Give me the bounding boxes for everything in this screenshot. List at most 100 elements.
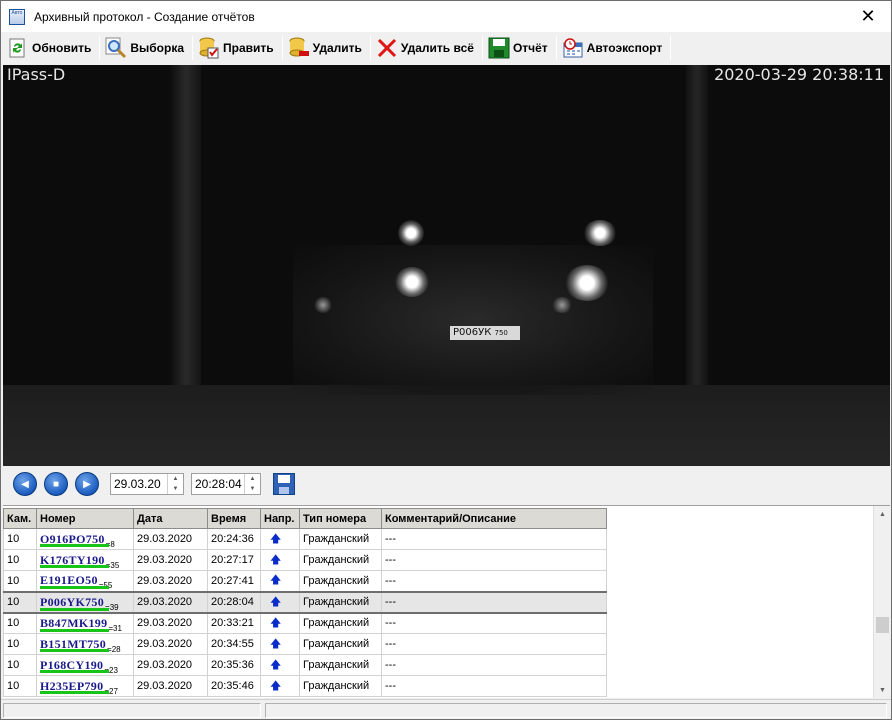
date-cell: 29.03.2020 [133, 612, 208, 634]
autoexport-button[interactable]: Автоэкспорт [560, 34, 668, 62]
date-cell: 29.03.2020 [133, 654, 208, 676]
plate-confidence: =31 [108, 623, 122, 633]
date-cell: 29.03.2020 [133, 549, 208, 571]
save-frame-button[interactable] [273, 473, 295, 495]
comment-cell: --- [381, 675, 607, 697]
plate-cell: H235EP790=27 [36, 675, 134, 697]
direction-cell: 🡅 [260, 570, 300, 592]
video-timestamp: 2020-03-29 20:38:11 [714, 65, 884, 84]
time-spin-arrows[interactable]: ▲ ▼ [244, 474, 260, 494]
up-arrow-icon: 🡅 [270, 637, 282, 650]
fog-light [551, 297, 573, 313]
date-spin-arrows[interactable]: ▲ ▼ [167, 474, 183, 494]
next-button[interactable]: ▶ [75, 472, 99, 496]
table-row[interactable]: 10E191EO50=5529.03.202020:27:41 🡅 Гражданс… [3, 570, 607, 592]
green-floppy-icon [488, 37, 510, 59]
spin-up-icon[interactable]: ▲ [245, 474, 260, 484]
select-button[interactable]: Выборка [103, 34, 189, 62]
plate-cell: K176TY190=35 [36, 549, 134, 571]
spin-down-icon[interactable]: ▼ [168, 484, 183, 494]
table-row[interactable]: 10 P006YK750=39 29.03.2020 20:28:04 🡅 Граждан… [3, 590, 607, 614]
delete-all-label: Удалить всё [400, 41, 474, 55]
confidence-bar [40, 649, 109, 652]
title-bar: Авто Архивный протокол - Создание отчёто… [1, 1, 891, 32]
arrow-left-icon: ◀ [21, 478, 29, 490]
column-header-plate[interactable]: Номер [36, 508, 134, 529]
time-spinner[interactable]: 20:28:04 ▲ ▼ [191, 473, 261, 495]
table-row[interactable]: 10 K176TY190=35 29.03.2020 20:27:17 🡅 Граждан… [3, 549, 607, 571]
direction-cell: 🡅 [260, 590, 300, 614]
scroll-up-icon[interactable]: ▲ [874, 506, 890, 523]
comment-cell: --- [381, 590, 607, 614]
edit-button[interactable]: Править [196, 34, 279, 62]
confidence-bar [40, 607, 109, 611]
refresh-icon [7, 37, 29, 59]
delete-all-button[interactable]: Удалить всё [374, 34, 479, 62]
scrollbar-thumb[interactable] [876, 617, 889, 633]
confidence-bar [40, 670, 109, 673]
column-header-plate-type[interactable]: Тип номера [299, 508, 382, 529]
confidence-bar [40, 565, 109, 568]
plate-type-cell: Гражданский [299, 675, 382, 697]
date-spinner[interactable]: 29.03.20 ▲ ▼ [110, 473, 184, 495]
toolbar-separator [555, 36, 557, 60]
headlight [583, 220, 617, 246]
plate-cell: E191EO50=55 [36, 570, 134, 592]
direction-cell: 🡅 [260, 549, 300, 571]
table-row[interactable]: 10 P168CY190=23 29.03.2020 20:35:36 🡅 Граждан… [3, 654, 607, 676]
time-cell: 20:35:46 [207, 675, 261, 697]
column-header-date[interactable]: Дата [133, 508, 208, 529]
up-arrow-icon: 🡅 [270, 616, 282, 629]
up-arrow-icon: 🡅 [270, 595, 282, 608]
database-delete-icon [288, 37, 310, 59]
camera-cell: 10 [3, 528, 37, 550]
app-window: Авто Архивный протокол - Создание отчёто… [0, 0, 892, 720]
red-x-icon [376, 37, 398, 59]
spin-down-icon[interactable]: ▼ [245, 484, 260, 494]
direction-cell: 🡅 [260, 612, 300, 634]
date-cell: 29.03.2020 [133, 675, 208, 697]
license-plate-number: P006УК [453, 327, 492, 338]
column-header-camera[interactable]: Кам. [3, 508, 37, 529]
table-header: Кам. Номер Дата Время Напр. Тип номера К… [3, 508, 607, 529]
toolbar-separator [281, 36, 283, 60]
magnifier-icon [105, 37, 127, 59]
up-arrow-icon: 🡅 [270, 532, 282, 545]
table-row[interactable]: 10 B151MT750=28 29.03.2020 20:34:55 🡅 Граждан… [3, 633, 607, 655]
column-header-time[interactable]: Время [207, 508, 261, 529]
scroll-down-icon[interactable]: ▼ [874, 682, 890, 698]
time-cell: 20:27:17 [207, 549, 261, 571]
direction-cell: 🡅 [260, 675, 300, 697]
comment-cell: --- [381, 612, 607, 634]
table-row[interactable]: 10 H235EP790=27 29.03.2020 20:35:46 🡅 Граждан… [3, 675, 607, 697]
toolbar-separator [99, 36, 101, 60]
delete-button[interactable]: Удалить [286, 34, 367, 62]
stop-button[interactable]: ■ [44, 472, 68, 496]
column-header-direction[interactable]: Напр. [260, 508, 300, 529]
plate-cell: O916PO750=8 [36, 528, 134, 550]
confidence-bar [40, 691, 109, 694]
up-arrow-icon: 🡅 [270, 679, 282, 692]
refresh-button[interactable]: Обновить [5, 34, 96, 62]
camera-cell: 10 [3, 675, 37, 697]
playback-controls: ◀ ■ ▶ 29.03.20 ▲ ▼ 20:28:04 ▲ ▼ [1, 466, 891, 502]
toolbar: Обновить Выборка Править Удалить Удалить… [1, 32, 891, 64]
fog-light [313, 297, 333, 313]
report-button[interactable]: Отчёт [486, 34, 553, 62]
delete-label: Удалить [312, 41, 362, 55]
toolbar-separator [670, 36, 672, 60]
table-row[interactable]: 10 O916PO750=8 29.03.2020 20:24:36 🡅 Гражданс… [3, 528, 607, 550]
date-cell: 29.03.2020 [133, 570, 208, 592]
vertical-scrollbar[interactable]: ▲ ▼ [873, 506, 890, 698]
comment-cell: --- [381, 654, 607, 676]
plate-type-cell: Гражданский [299, 590, 382, 614]
edit-label: Править [223, 41, 274, 55]
column-header-comment[interactable]: Комментарий/Описание [381, 508, 607, 529]
close-button[interactable]: ✕ [845, 1, 891, 32]
plate-cell: P168CY190=23 [36, 654, 134, 676]
spin-up-icon[interactable]: ▲ [168, 474, 183, 484]
previous-button[interactable]: ◀ [13, 472, 37, 496]
up-arrow-icon: 🡅 [270, 658, 282, 671]
table-row[interactable]: 10 B847MK199=31 29.03.2020 20:33:21 🡅 Граждан… [3, 612, 607, 634]
plate-type-cell: Гражданский [299, 528, 382, 550]
